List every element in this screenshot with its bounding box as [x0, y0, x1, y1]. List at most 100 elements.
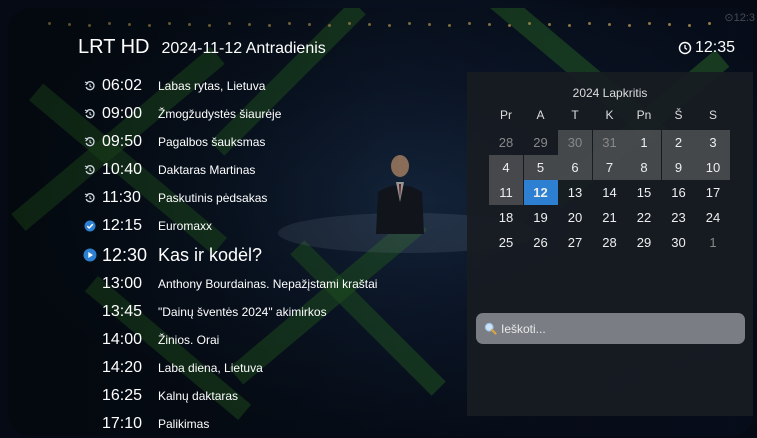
calendar-day[interactable]: 23: [662, 205, 696, 230]
program-row[interactable]: 14:20 Laba diena, Lietuva: [82, 354, 462, 382]
program-time: 12:15: [102, 217, 143, 234]
program-time: 17:10: [102, 415, 143, 432]
program-row[interactable]: 11:30 Paskutinis pėdsakas: [82, 184, 462, 212]
calendar-day[interactable]: 4: [489, 155, 523, 180]
weekday-header: T: [571, 107, 579, 122]
weekday-header: S: [708, 107, 717, 122]
program-time: 12:30: [102, 244, 148, 265]
calendar-day[interactable]: 24: [696, 205, 730, 230]
program-title: Kas ir kodėl?: [158, 244, 263, 265]
calendar-day[interactable]: 13: [558, 180, 592, 205]
calendar-day[interactable]: 11: [489, 180, 523, 205]
calendar-day[interactable]: 17: [696, 180, 730, 205]
program-time: 14:00: [102, 331, 143, 348]
program-title: Paskutinis pėdsakas: [158, 191, 268, 205]
calendar-day[interactable]: 27: [558, 230, 592, 255]
program-time: 13:00: [102, 275, 143, 292]
calendar-day[interactable]: 16: [662, 180, 696, 205]
calendar-day[interactable]: 1: [696, 230, 730, 255]
program-row[interactable]: 09:50 Pagalbos šauksmas: [82, 128, 462, 156]
program-title: Anthony Bourdainas. Nepažįstami kraštai: [158, 277, 378, 291]
program-row[interactable]: 10:40 Daktaras Martinas: [82, 156, 462, 184]
weekday-header: Pr: [500, 107, 512, 122]
program-row[interactable]: 13:00 Anthony Bourdainas. Nepažįstami kra…: [82, 270, 462, 298]
program-row[interactable]: 06:02 Labas rytas, Lietuva: [82, 72, 462, 100]
replay-icon: [82, 78, 98, 94]
calendar-day[interactable]: 26: [524, 230, 558, 255]
date-label: 2024-11-12 Antradienis: [161, 40, 326, 57]
calendar-day[interactable]: 19: [524, 205, 558, 230]
calendar-day[interactable]: 5: [523, 155, 558, 180]
calendar-day[interactable]: 18: [489, 205, 523, 230]
program-row[interactable]: 12:30 Kas ir kodėl?: [82, 240, 462, 270]
program-time: 09:50: [102, 133, 143, 150]
calendar-day[interactable]: 30: [662, 230, 696, 255]
program-title: Euromaxx: [158, 219, 213, 233]
clock-text: 12:35: [694, 39, 735, 56]
program-time: 09:00: [102, 105, 143, 122]
program-time: 11:30: [102, 189, 141, 206]
replay-icon: [82, 162, 98, 178]
program-time: 16:25: [102, 387, 143, 404]
play-icon: [82, 247, 98, 263]
calendar-day[interactable]: 15: [627, 180, 661, 205]
current-time: 12:35: [678, 39, 735, 57]
epg-header: LRT HD 2024-11-12 Antradienis: [78, 36, 326, 66]
calendar-day[interactable]: 25: [489, 230, 523, 255]
replay-icon: [82, 106, 98, 122]
calendar-day[interactable]: 28: [593, 230, 627, 255]
program-time: 14:20: [102, 359, 143, 376]
program-title: Žinios. Orai: [158, 333, 220, 347]
calendar-day[interactable]: 8: [627, 155, 661, 180]
program-row[interactable]: 16:25 Kalnų daktaras: [82, 382, 462, 410]
weekday-header: A: [536, 107, 545, 122]
weekday-header: Pn: [636, 107, 652, 122]
replay-icon: [82, 190, 98, 206]
program-time: 13:45: [102, 303, 143, 320]
replay-icon: [82, 134, 98, 150]
program-title: Daktaras Martinas: [158, 163, 256, 177]
calendar-day[interactable]: 9: [661, 155, 696, 180]
program-title: Kalnų daktaras: [158, 389, 239, 403]
calendar-day[interactable]: 12: [523, 180, 558, 205]
program-title: Labas rytas, Lietuva: [158, 79, 266, 93]
calendar-day[interactable]: 22: [627, 205, 661, 230]
program-row[interactable]: 14:00 Žinios. Orai: [82, 326, 462, 354]
weekday-header: K: [605, 107, 614, 122]
calendar-day[interactable]: 29: [627, 230, 661, 255]
calendar-day[interactable]: 29: [524, 130, 558, 155]
program-title: "Dainų šventės 2024" akimirkos: [158, 305, 327, 319]
program-time: 10:40: [102, 161, 143, 178]
program-list: 06:02 Labas rytas, Lietuva 09:00 Žmogžudyst…: [82, 72, 462, 438]
weekday-header: Š: [674, 107, 683, 122]
calendar-month-label: 2024 Lapkritis: [572, 86, 648, 100]
calendar-day[interactable]: 28: [489, 130, 523, 155]
calendar-day[interactable]: 7: [592, 155, 627, 180]
calendar-day[interactable]: 30: [558, 130, 592, 155]
calendar-day[interactable]: 10: [696, 155, 730, 180]
calendar-day[interactable]: 3: [696, 130, 730, 155]
search-input[interactable]: Ieškoti...: [476, 313, 745, 344]
program-title: Laba diena, Lietuva: [158, 361, 263, 375]
calendar-day[interactable]: 2: [661, 130, 696, 155]
calendar-day[interactable]: 21: [593, 205, 627, 230]
calendar-day[interactable]: 20: [558, 205, 592, 230]
search-icon: [484, 322, 497, 335]
tv-screen: ⊙12:3 LRT HD 2024-11-12 Antradienis 12:3…: [0, 0, 757, 438]
calendar-day[interactable]: 6: [558, 155, 592, 180]
calendar-day[interactable]: 31: [592, 130, 627, 155]
program-row[interactable]: 09:00 Žmogžudystės šiaurėje: [82, 100, 462, 128]
program-title: Palikimas: [158, 417, 210, 431]
program-row[interactable]: 12:15 Euromaxx: [82, 212, 462, 240]
program-row[interactable]: 13:45 "Dainų šventės 2024" akimirkos: [82, 298, 462, 326]
program-row[interactable]: 17:10 Palikimas: [82, 410, 462, 438]
top-clock-faint: ⊙12:3: [724, 12, 755, 24]
channel-name: LRT HD: [78, 36, 150, 58]
calendar-day[interactable]: 1: [627, 130, 661, 155]
calendar-day[interactable]: 14: [593, 180, 627, 205]
program-title: Pagalbos šauksmas: [158, 135, 266, 149]
clock-icon: [678, 41, 692, 55]
search-placeholder: Ieškoti...: [501, 321, 546, 336]
program-title: Žmogžudystės šiaurėje: [158, 107, 282, 121]
check-icon: [82, 218, 98, 234]
